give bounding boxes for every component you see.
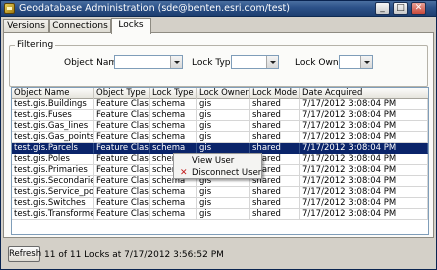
lock-mode-cell: shared — [250, 209, 300, 220]
date-acquired-cell: 7/17/2012 3:08:04 PM — [300, 165, 428, 176]
object-type-cell: Feature Class — [94, 176, 150, 187]
lock-mode-cell: shared — [250, 198, 300, 209]
lock-type-cell: schema — [150, 187, 197, 198]
lock-mode-cell: shared — [250, 110, 300, 121]
date-acquired-cell: 7/17/2012 3:08:04 PM — [300, 132, 428, 143]
lock-type-cell: schema — [150, 198, 197, 209]
status-text: 11 of 11 Locks at 7/17/2012 3:56:52 PM — [44, 250, 224, 260]
lock-owner-combo[interactable] — [339, 55, 373, 69]
lock-owner-cell: gis — [197, 132, 250, 143]
object-name-cell: test.gis.Poles — [12, 154, 94, 165]
object-name-cell: test.gis.Transformers — [12, 209, 94, 220]
lock-type-cell: schema — [150, 209, 197, 220]
window-title: Geodatabase Administration (sde@benten.e… — [19, 3, 290, 14]
geodatabase-admin-window: Geodatabase Administration (sde@benten.e… — [0, 0, 437, 270]
view-user-menu-item[interactable]: View User — [174, 155, 261, 167]
column-header-lock-type[interactable]: Lock Type — [150, 88, 197, 99]
object-type-cell: Feature Class — [94, 132, 150, 143]
tab-strip: Versions Connections Locks — [1, 18, 436, 34]
column-header-object-type[interactable]: Object Type — [94, 88, 150, 99]
lock-type-cell: schema — [150, 132, 197, 143]
column-header-object-name[interactable]: Object Name — [12, 88, 94, 99]
tab-versions[interactable]: Versions — [3, 19, 49, 33]
column-header-date-acquired[interactable]: Date Acquired — [300, 88, 428, 99]
object-name-cell: test.gis.Parcels — [12, 143, 94, 154]
table-row[interactable]: test.gis.TransformersFeature Classschema… — [12, 209, 428, 220]
date-acquired-cell: 7/17/2012 3:08:04 PM — [300, 154, 428, 165]
lock-mode-cell: shared — [250, 121, 300, 132]
view-user-label: View User — [192, 156, 235, 166]
tab-connections[interactable]: Connections — [49, 19, 111, 33]
object-type-cell: Feature Class — [94, 99, 150, 110]
chevron-down-icon[interactable] — [360, 56, 372, 68]
minimize-button[interactable]: _ — [375, 2, 390, 15]
close-button[interactable]: ✕ — [411, 2, 426, 15]
date-acquired-cell: 7/17/2012 3:08:04 PM — [300, 99, 428, 110]
lock-type-label: Lock Type — [192, 58, 237, 68]
lock-type-cell: schema — [150, 110, 197, 121]
object-name-combo[interactable] — [114, 55, 183, 69]
object-type-cell: Feature Class — [94, 143, 150, 154]
object-type-cell: Feature Class — [94, 198, 150, 209]
disconnect-x-icon: ✕ — [180, 168, 188, 178]
disconnect-user-label: Disconnect User — [192, 168, 262, 178]
tab-locks[interactable]: Locks — [111, 18, 151, 34]
lock-owner-cell: gis — [197, 198, 250, 209]
app-icon — [4, 3, 15, 14]
disconnect-user-menu-item[interactable]: ✕ Disconnect User — [174, 167, 261, 179]
object-type-cell: Feature Class — [94, 187, 150, 198]
filtering-legend: Filtering — [15, 40, 56, 50]
table-row[interactable]: test.gis.Fuses Feature Class schema gis shar… — [12, 110, 428, 121]
object-name-cell: test.gis.Gas_points — [12, 132, 94, 143]
object-type-cell: Feature Class — [94, 121, 150, 132]
object-name-cell: test.gis.Fuses — [12, 110, 94, 121]
lock-type-cell: schema — [150, 121, 197, 132]
lock-owner-cell: gis — [197, 187, 250, 198]
table-row[interactable]: test.gis.Buildings Feature Class schema gis… — [12, 99, 428, 110]
date-acquired-cell: 7/17/2012 3:08:04 PM — [300, 187, 428, 198]
maximize-button[interactable]: □ — [393, 2, 408, 15]
date-acquired-cell: 7/17/2012 3:08:04 PM — [300, 143, 428, 154]
lock-mode-cell: shared — [250, 132, 300, 143]
object-type-cell: Feature Class — [94, 165, 150, 176]
date-acquired-cell: 7/17/2012 3:08:04 PM — [300, 198, 428, 209]
object-type-cell: Feature Class — [94, 110, 150, 121]
chevron-down-icon[interactable] — [170, 56, 182, 68]
lock-type-cell: schema — [150, 99, 197, 110]
column-header-lock-owner[interactable]: Lock Owner — [197, 88, 250, 99]
table-row[interactable]: test.gis.Service_pointsFeature Classsche… — [12, 187, 428, 198]
date-acquired-cell: 7/17/2012 3:08:04 PM — [300, 121, 428, 132]
lock-owner-cell: gis — [197, 110, 250, 121]
lock-owner-cell: gis — [197, 99, 250, 110]
lock-mode-cell: shared — [250, 187, 300, 198]
refresh-button[interactable]: Refresh — [8, 246, 41, 262]
object-name-cell: test.gis.Service_points — [12, 187, 94, 198]
object-name-cell: test.gis.Secondaries — [12, 176, 94, 187]
date-acquired-cell: 7/17/2012 3:08:04 PM — [300, 176, 428, 187]
chevron-down-icon[interactable] — [266, 56, 278, 68]
context-menu: View User ✕ Disconnect User — [173, 153, 262, 179]
title-bar[interactable]: Geodatabase Administration (sde@benten.e… — [1, 1, 436, 17]
object-name-cell: test.gis.Primaries — [12, 165, 94, 176]
object-type-cell: Feature Class — [94, 209, 150, 220]
lock-owner-cell: gis — [197, 121, 250, 132]
table-header: Object Name Object Type Lock Type Lock O… — [12, 88, 428, 99]
object-name-cell: test.gis.Switches — [12, 198, 94, 209]
object-type-cell: Feature Class — [94, 154, 150, 165]
object-name-cell: test.gis.Buildings — [12, 99, 94, 110]
lock-type-combo[interactable] — [231, 55, 279, 69]
table-row[interactable]: test.gis.Gas_points Feature Class schema gi… — [12, 132, 428, 143]
date-acquired-cell: 7/17/2012 3:08:04 PM — [300, 110, 428, 121]
column-header-lock-mode[interactable]: Lock Mode — [250, 88, 300, 99]
table-row[interactable]: test.gis.Switches Feature Class schema gis s… — [12, 198, 428, 209]
lock-owner-cell: gis — [197, 209, 250, 220]
object-name-cell: test.gis.Gas_lines — [12, 121, 94, 132]
lock-mode-cell: shared — [250, 99, 300, 110]
date-acquired-cell: 7/17/2012 3:08:04 PM — [300, 209, 428, 220]
table-row[interactable]: test.gis.Gas_lines Feature Class schema gis… — [12, 121, 428, 132]
